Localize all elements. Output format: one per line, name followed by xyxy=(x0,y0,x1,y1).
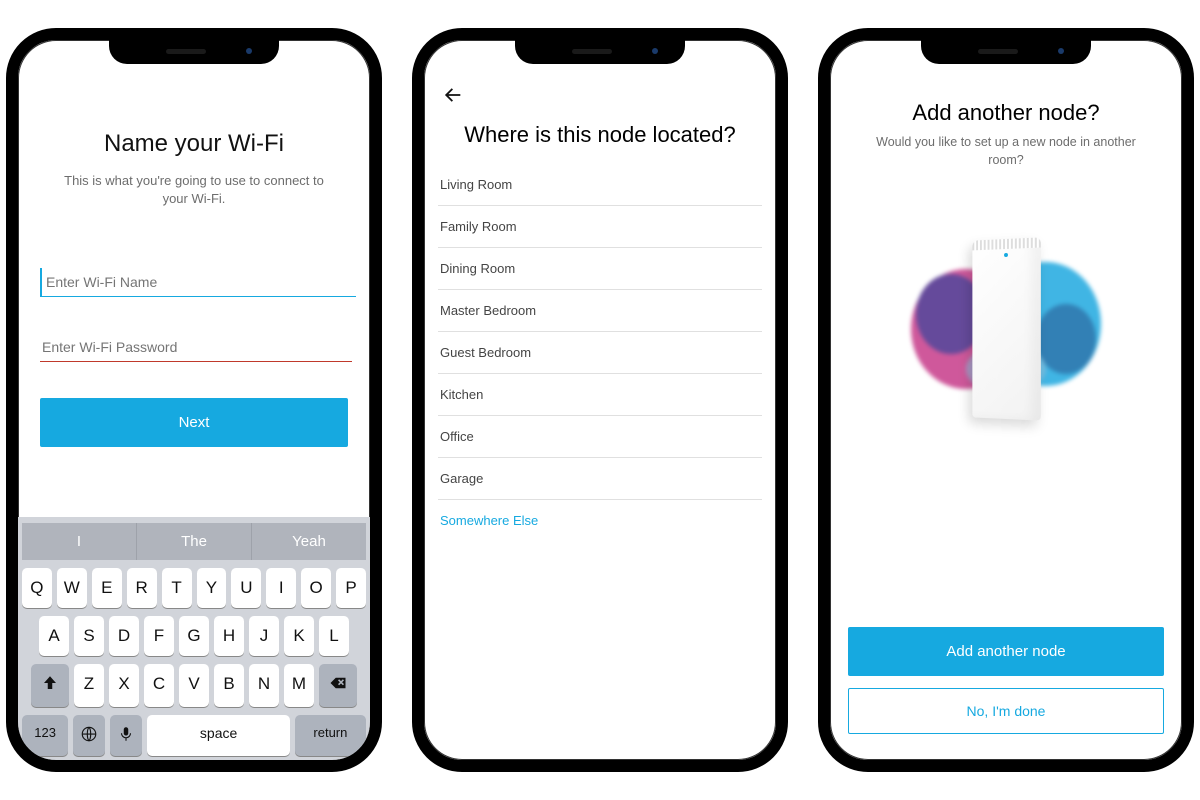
shift-icon xyxy=(41,674,59,692)
wifi-name-input[interactable] xyxy=(40,268,356,297)
numbers-key[interactable]: 123 xyxy=(22,715,68,756)
key-z[interactable]: Z xyxy=(74,664,104,707)
location-list: Living Room Family Room Dining Room Mast… xyxy=(424,164,776,541)
page-subtitle: This is what you're going to use to conn… xyxy=(54,172,334,208)
key-v[interactable]: V xyxy=(179,664,209,707)
page-subtitle: Would you like to set up a new node in a… xyxy=(876,134,1136,169)
key-u[interactable]: U xyxy=(231,568,261,608)
key-h[interactable]: H xyxy=(214,616,244,656)
key-i[interactable]: I xyxy=(266,568,296,608)
key-n[interactable]: N xyxy=(249,664,279,707)
page-title: Where is this node located? xyxy=(438,122,762,148)
keyboard-row-2: A S D F G H J K L xyxy=(22,616,366,656)
notch xyxy=(921,38,1091,64)
globe-key[interactable] xyxy=(73,715,105,756)
mic-key[interactable] xyxy=(110,715,142,756)
location-item[interactable]: Office xyxy=(438,416,762,458)
notch xyxy=(109,38,279,64)
keyboard-row-3: Z X C V B N M xyxy=(22,664,366,707)
keyboard-row-1: Q W E R T Y U I O P xyxy=(22,568,366,608)
key-r[interactable]: R xyxy=(127,568,157,608)
next-button[interactable]: Next xyxy=(40,398,348,447)
location-item[interactable]: Family Room xyxy=(438,206,762,248)
key-m[interactable]: M xyxy=(284,664,314,707)
key-q[interactable]: Q xyxy=(22,568,52,608)
location-item[interactable]: Guest Bedroom xyxy=(438,332,762,374)
ios-keyboard: I The Yeah Q W E R T Y U I O P A S D F xyxy=(18,517,370,760)
back-arrow-icon xyxy=(442,84,464,106)
add-another-node-button[interactable]: Add another node xyxy=(848,627,1164,676)
key-t[interactable]: T xyxy=(162,568,192,608)
wifi-password-input[interactable] xyxy=(40,333,352,362)
key-g[interactable]: G xyxy=(179,616,209,656)
notch xyxy=(515,38,685,64)
phone-3-add-node: Add another node? Would you like to set … xyxy=(818,28,1194,772)
node-hero-image xyxy=(850,199,1162,459)
space-key[interactable]: space xyxy=(147,715,289,756)
key-o[interactable]: O xyxy=(301,568,331,608)
page-title: Name your Wi-Fi xyxy=(40,130,348,158)
shift-key[interactable] xyxy=(31,664,69,707)
suggestion[interactable]: The xyxy=(137,523,252,560)
no-im-done-button[interactable]: No, I'm done xyxy=(848,688,1164,734)
keyboard-suggestions: I The Yeah xyxy=(22,523,366,560)
return-key[interactable]: return xyxy=(295,715,366,756)
key-a[interactable]: A xyxy=(39,616,69,656)
key-x[interactable]: X xyxy=(109,664,139,707)
key-w[interactable]: W xyxy=(57,568,87,608)
somewhere-else-link[interactable]: Somewhere Else xyxy=(438,500,762,541)
suggestion[interactable]: I xyxy=(22,523,137,560)
phone-1-name-wifi: Name your Wi-Fi This is what you're goin… xyxy=(6,28,382,772)
key-k[interactable]: K xyxy=(284,616,314,656)
key-j[interactable]: J xyxy=(249,616,279,656)
suggestion[interactable]: Yeah xyxy=(252,523,366,560)
key-y[interactable]: Y xyxy=(197,568,227,608)
location-item[interactable]: Master Bedroom xyxy=(438,290,762,332)
location-item[interactable]: Garage xyxy=(438,458,762,500)
page-title: Add another node? xyxy=(850,100,1162,126)
key-f[interactable]: F xyxy=(144,616,174,656)
mic-icon xyxy=(117,725,135,743)
key-c[interactable]: C xyxy=(144,664,174,707)
backspace-icon xyxy=(329,674,347,692)
back-button[interactable] xyxy=(438,80,468,116)
key-p[interactable]: P xyxy=(336,568,366,608)
key-d[interactable]: D xyxy=(109,616,139,656)
location-item[interactable]: Kitchen xyxy=(438,374,762,416)
globe-icon xyxy=(80,725,98,743)
key-b[interactable]: B xyxy=(214,664,244,707)
velop-node-icon xyxy=(972,237,1040,420)
location-item[interactable]: Dining Room xyxy=(438,248,762,290)
backspace-key[interactable] xyxy=(319,664,357,707)
key-l[interactable]: L xyxy=(319,616,349,656)
phone-2-node-location: Where is this node located? Living Room … xyxy=(412,28,788,772)
location-item[interactable]: Living Room xyxy=(438,164,762,206)
key-e[interactable]: E xyxy=(92,568,122,608)
key-s[interactable]: S xyxy=(74,616,104,656)
keyboard-row-4: 123 space return xyxy=(22,715,366,756)
